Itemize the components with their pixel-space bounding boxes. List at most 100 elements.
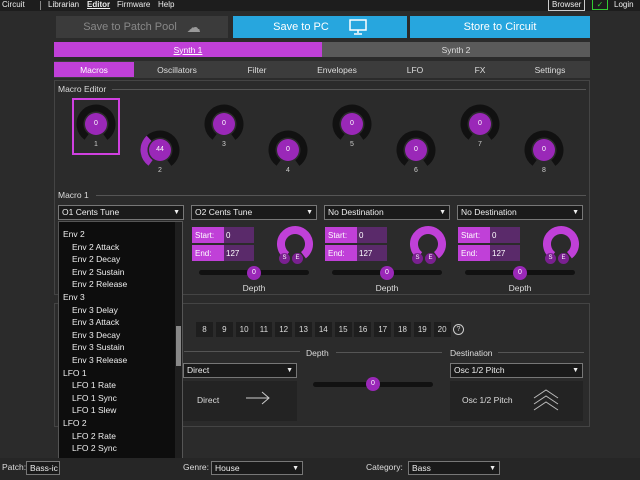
list-item[interactable]: Env 2 Attack — [59, 241, 177, 253]
mod-slot-13[interactable]: 13 — [295, 322, 312, 337]
list-item[interactable]: LFO 2 Sync — [59, 442, 177, 454]
macro-knob-3[interactable]: 03 — [204, 104, 244, 164]
slot-destination-select[interactable]: No Destination ▼ — [324, 205, 450, 220]
menu-help[interactable]: Help — [158, 0, 174, 10]
mod-slot-10[interactable]: 10 — [235, 322, 253, 337]
list-item[interactable]: LFO 1 Sync — [59, 392, 177, 404]
destination-label: Osc 1/2 Pitch — [462, 395, 513, 405]
end-value[interactable]: 127 — [357, 245, 387, 261]
depth-slider-thumb[interactable]: 0 — [380, 266, 394, 280]
list-item[interactable]: Env 2 Sustain — [59, 266, 177, 278]
start-value[interactable]: 0 — [357, 227, 387, 243]
mod-slot-17[interactable]: 17 — [374, 322, 392, 337]
end-handle[interactable]: E — [558, 253, 569, 264]
store-to-circuit-button[interactable]: Store to Circuit — [410, 16, 590, 38]
list-item[interactable]: LFO 1 Slew — [59, 404, 177, 416]
tab-synth-1[interactable]: Synth 1 — [54, 42, 322, 57]
divider — [498, 352, 584, 353]
caret-down-icon: ▼ — [439, 209, 446, 216]
start-handle[interactable]: S — [545, 253, 556, 264]
macro-knob-7[interactable]: 07 — [460, 104, 500, 164]
mod-slot-15[interactable]: 15 — [334, 322, 352, 337]
knob-number: 2 — [158, 167, 162, 174]
slot-destination-select[interactable]: No Destination ▼ — [457, 205, 583, 220]
knob-number: 3 — [222, 141, 226, 148]
depth-slider-thumb[interactable]: 0 — [366, 377, 380, 391]
end-value[interactable]: 127 — [224, 245, 254, 261]
macro-knob-5[interactable]: 05 — [332, 104, 372, 164]
macro-knob-6[interactable]: 06 — [396, 130, 436, 190]
mod-slot-14[interactable]: 14 — [314, 322, 332, 337]
mod-slot-8[interactable]: 8 — [196, 322, 213, 337]
help-icon[interactable]: ? — [453, 324, 464, 335]
mod-slot-20[interactable]: 20 — [433, 322, 451, 337]
save-to-patch-pool-button[interactable]: Save to Patch Pool ☁ — [56, 16, 228, 38]
tab-lfo[interactable]: LFO — [380, 62, 450, 77]
destination-select[interactable]: Osc 1/2 Pitch ▼ — [450, 363, 583, 378]
patch-label: Patch: — [2, 462, 27, 472]
menu-editor[interactable]: Editor — [87, 0, 110, 10]
list-item[interactable]: Env 2 Decay — [59, 253, 177, 265]
macro-knob-8[interactable]: 08 — [524, 130, 564, 190]
end-handle[interactable]: E — [425, 253, 436, 264]
menu-login[interactable]: Login — [614, 0, 634, 10]
category-select[interactable]: Bass ▼ — [408, 461, 500, 475]
caret-down-icon: ▼ — [572, 209, 579, 216]
genre-select[interactable]: House ▼ — [211, 461, 303, 475]
tab-filter[interactable]: Filter — [222, 62, 292, 77]
tab-settings[interactable]: Settings — [515, 62, 585, 77]
tab-fx[interactable]: FX — [445, 62, 515, 77]
caret-down-icon: ▼ — [489, 465, 496, 472]
list-item[interactable]: Env 3 Release — [59, 354, 177, 366]
macro-knob-4[interactable]: 04 — [268, 130, 308, 190]
save-to-pc-button[interactable]: Save to PC — [233, 16, 407, 38]
tab-macros[interactable]: Macros — [54, 62, 134, 77]
mod-slot-9[interactable]: 9 — [215, 322, 233, 337]
mod-slot-12[interactable]: 12 — [275, 322, 293, 337]
slot-destination-select[interactable]: O2 Cents Tune ▼ — [191, 205, 317, 220]
scrollbar-thumb[interactable] — [176, 326, 181, 366]
start-value[interactable]: 0 — [224, 227, 254, 243]
list-item[interactable]: LFO 2 Rate — [59, 430, 177, 442]
knob-value: 0 — [414, 146, 418, 153]
depth-slider-thumb[interactable]: 0 — [247, 266, 261, 280]
macro-knob-1[interactable]: 01 — [76, 104, 116, 164]
mod-slot-19[interactable]: 19 — [413, 322, 431, 337]
list-item[interactable]: Env 3 Attack — [59, 316, 177, 328]
browser-button[interactable]: Browser — [548, 0, 586, 11]
patch-name-input[interactable]: Bass-ic — [26, 461, 60, 475]
mod-slot-18[interactable]: 18 — [394, 322, 411, 337]
end-value[interactable]: 127 — [490, 245, 520, 261]
list-item[interactable]: Env 3 Delay — [59, 304, 177, 316]
list-item[interactable]: Env 3 Sustain — [59, 341, 177, 353]
menu-librarian[interactable]: Librarian — [48, 0, 79, 10]
list-item[interactable]: LFO 1 Rate — [59, 379, 177, 391]
list-item[interactable]: Env 2 Release — [59, 278, 177, 290]
mod-slot-11[interactable]: 11 — [255, 322, 273, 337]
slot-destination-select[interactable]: O1 Cents Tune ▼ — [58, 205, 184, 220]
destination-dropdown-list[interactable]: Env 2 Env 2 Attack Env 2 Decay Env 2 Sustai… — [58, 221, 183, 475]
knob-value: 0 — [478, 120, 482, 127]
start-value[interactable]: 0 — [490, 227, 520, 243]
source-select[interactable]: Direct ▼ — [183, 363, 297, 378]
macro-knob-2[interactable]: 44 2 — [140, 130, 180, 190]
list-item[interactable]: Env 3 Decay — [59, 329, 177, 341]
scrollbar[interactable]: ▼ — [175, 222, 182, 474]
macro-1-title: Macro 1 — [58, 190, 89, 200]
menu-firmware[interactable]: Firmware — [117, 0, 150, 10]
start-handle[interactable]: S — [412, 253, 423, 264]
arrow-right-icon — [246, 391, 270, 405]
start-handle[interactable]: S — [279, 253, 290, 264]
caret-down-icon: ▼ — [173, 209, 180, 216]
login-check-icon[interactable]: ✓ — [592, 0, 608, 10]
knob-number: 8 — [542, 167, 546, 174]
divider — [112, 89, 586, 90]
divider — [336, 352, 442, 353]
tab-synth-2[interactable]: Synth 2 — [322, 42, 590, 57]
depth-slider-thumb[interactable]: 0 — [513, 266, 527, 280]
mod-slot-16[interactable]: 16 — [354, 322, 372, 337]
tab-envelopes[interactable]: Envelopes — [302, 62, 372, 77]
end-handle[interactable]: E — [292, 253, 303, 264]
menu-circuit[interactable]: Circuit — [2, 0, 25, 10]
tab-oscillators[interactable]: Oscillators — [139, 62, 215, 77]
